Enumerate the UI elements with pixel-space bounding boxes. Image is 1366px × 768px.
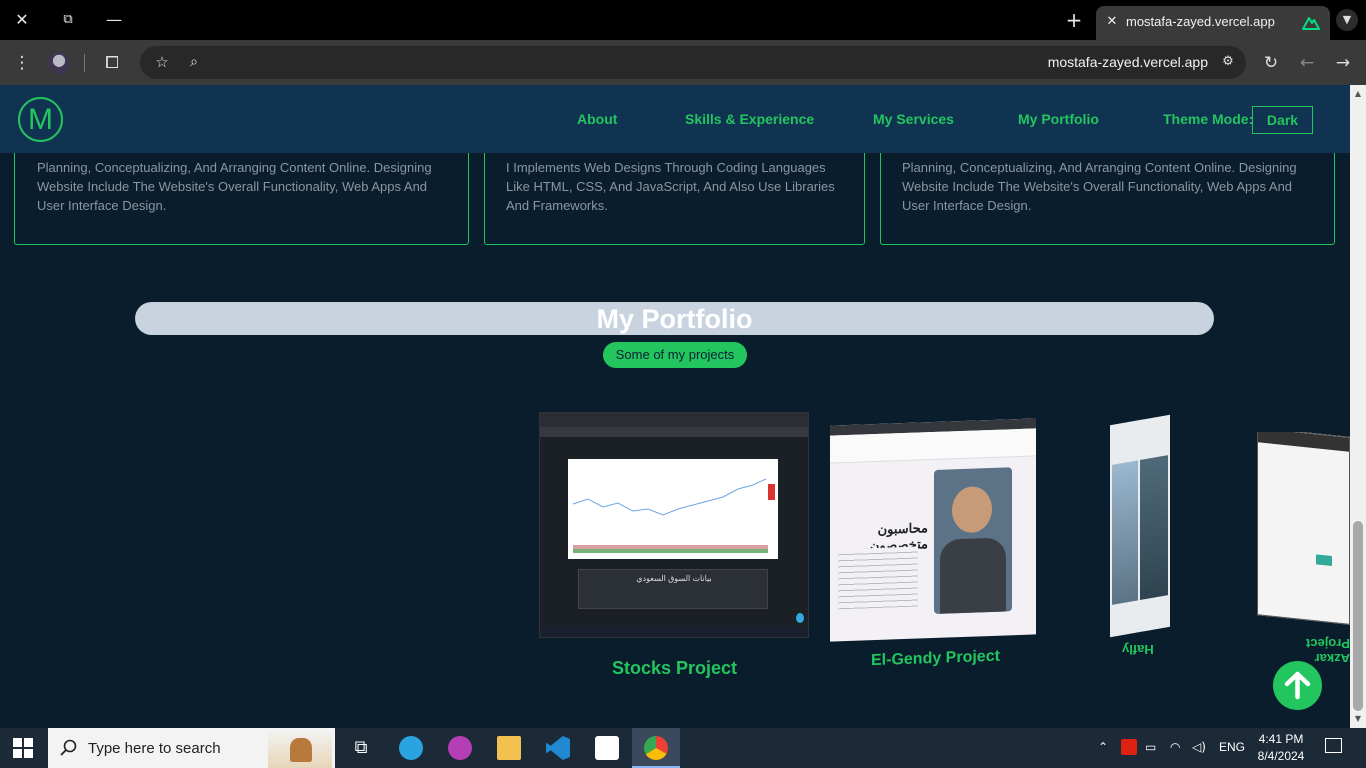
vscode-icon[interactable] [546, 736, 570, 760]
browser-tab[interactable]: ✕ mostafa-zayed.vercel.app [1096, 6, 1330, 40]
tray-chevron-up-icon[interactable]: ⌃ [1098, 740, 1108, 754]
site-header: M About Skills & Experience My Services … [0, 85, 1350, 153]
screenshot-site-nav [830, 428, 1036, 464]
browser-tab-strip: ✕ ⧉ — + ✕ mostafa-zayed.vercel.app ▼ [0, 0, 1366, 40]
omnibox[interactable]: ☆ ⌕ mostafa-zayed.vercel.app ⚙ [140, 46, 1246, 79]
tray-app-icon[interactable] [1121, 739, 1137, 755]
stocks-project-screenshot[interactable]: بيانات السوق السعودي [539, 412, 809, 638]
screenshot-addressbar [540, 427, 808, 437]
screenshot-hero-photo [934, 467, 1012, 614]
screenshot-building-image [1112, 460, 1138, 605]
extensions-puzzle-icon[interactable]: ⧠ [100, 51, 124, 75]
hafly-project-card[interactable]: Hafly [1110, 414, 1170, 670]
screenshot-tower-image [1140, 455, 1168, 600]
back-arrow-icon[interactable]: ← [1295, 51, 1319, 75]
reload-icon[interactable]: ↻ [1259, 51, 1283, 75]
new-tab-plus-icon[interactable]: + [1062, 8, 1086, 32]
theme-mode-label: Theme Mode: [1163, 111, 1254, 127]
restore-window-icon[interactable]: ⧉ [56, 8, 80, 32]
close-window-icon[interactable]: ✕ [10, 8, 34, 32]
service-card-text: Planning, Conceptualizing, And Arranging… [902, 160, 1297, 213]
screenshot-fab [796, 613, 804, 623]
clock-time: 4:41 PM [1258, 732, 1304, 746]
nav-link-services[interactable]: My Services [873, 111, 954, 127]
site-settings-icon[interactable]: ⚙ [1216, 50, 1240, 74]
volume-icon[interactable]: ◁) [1192, 740, 1206, 754]
gazelle-illustration [290, 738, 312, 762]
battery-icon[interactable]: ▭ [1145, 740, 1156, 754]
search-zoom-icon[interactable]: ⌕ [182, 50, 206, 74]
notifications-icon[interactable] [1325, 738, 1342, 753]
service-card-text: I Implements Web Designs Through Coding … [506, 160, 835, 213]
taskbar-search-box[interactable]: Type here to search [48, 728, 335, 768]
menu-dots-icon[interactable]: ⋮ [10, 51, 34, 75]
telegram-icon[interactable] [399, 736, 423, 760]
windows-taskbar: Type here to search ⧉ ⌃ ▭ ◠ ◁) ENG 4:41 … [0, 728, 1366, 768]
clock-date: 8/4/2024 [1257, 749, 1305, 763]
nav-link-about[interactable]: About [577, 111, 617, 127]
profile-avatar[interactable] [48, 52, 70, 74]
screenshot-person-shirt [940, 537, 1006, 614]
forward-arrow-icon[interactable]: → [1331, 51, 1355, 75]
power-app-icon[interactable] [448, 736, 472, 760]
url-text[interactable]: mostafa-zayed.vercel.app [1048, 54, 1208, 70]
azkar-project-card[interactable]: Azkar Project [1257, 432, 1350, 662]
search-highlight-illustration [268, 730, 332, 768]
nav-link-portfolio[interactable]: My Portfolio [1018, 111, 1099, 127]
windows-start-icon[interactable] [13, 738, 33, 758]
portfolio-subtitle-badge: Some of my projects [603, 342, 747, 368]
screenshot-chart-panel [568, 459, 778, 559]
wifi-icon[interactable]: ◠ [1170, 740, 1180, 754]
tradingview-icon[interactable] [595, 736, 619, 760]
taskbar-clock[interactable]: 4:41 PM 8/4/2024 [1256, 731, 1306, 765]
project-title-azkar[interactable]: Azkar Project [1293, 636, 1350, 662]
chrome-icon [644, 736, 668, 760]
service-card-text: Planning, Conceptualizing, And Arranging… [37, 160, 432, 213]
project-title-stocks[interactable]: Stocks Project [612, 658, 737, 679]
scroll-to-top-button[interactable] [1273, 661, 1322, 710]
screenshot-tabbar [540, 413, 808, 427]
tab-search-chevron-icon[interactable]: ▼ [1336, 9, 1358, 31]
scroll-up-arrow-icon[interactable]: ▲ [1353, 89, 1363, 99]
scroll-down-arrow-icon[interactable]: ▼ [1353, 714, 1363, 724]
taskbar-search-placeholder: Type here to search [88, 740, 221, 757]
hafly-project-screenshot [1110, 414, 1170, 638]
minimize-window-icon[interactable]: — [102, 8, 126, 32]
tab-close-icon[interactable]: ✕ [1102, 12, 1122, 32]
file-explorer-icon[interactable] [497, 736, 521, 760]
screenshot-hero-text [838, 546, 918, 610]
screenshot-taskbar [540, 627, 808, 637]
elgendy-project-screenshot: محاسبون متخصصون [830, 418, 1036, 642]
project-title-hafly[interactable]: Hafly [1122, 642, 1154, 657]
portfolio-heading-bar: My Portfolio [135, 302, 1214, 335]
elgendy-project-card[interactable]: محاسبون متخصصون El-Gendy Project [830, 408, 1036, 685]
task-view-icon[interactable]: ⧉ [349, 736, 373, 760]
nav-link-skills[interactable]: Skills & Experience [685, 111, 814, 127]
arrow-up-icon [1284, 671, 1311, 700]
screenshot-table-heading: بيانات السوق السعودي [636, 574, 712, 583]
screenshot-person-face [952, 485, 992, 534]
site-logo[interactable]: M [18, 97, 63, 142]
stock-line-chart [572, 478, 775, 553]
bookmark-star-icon[interactable]: ☆ [150, 50, 174, 74]
scrollbar-thumb[interactable] [1353, 521, 1363, 711]
input-language[interactable]: ENG [1219, 740, 1245, 754]
chrome-taskbar-button[interactable] [632, 728, 680, 768]
tab-title: mostafa-zayed.vercel.app [1126, 14, 1275, 29]
portfolio-title: My Portfolio [596, 304, 753, 334]
address-bar-row: ⋮ ⧠ ☆ ⌕ mostafa-zayed.vercel.app ⚙ ↻ ← → [0, 40, 1366, 85]
search-icon [60, 739, 77, 756]
screenshot-data-table: بيانات السوق السعودي [578, 569, 768, 609]
page-scrollbar[interactable]: ▲ ▼ [1350, 85, 1366, 728]
project-title-elgendy[interactable]: El-Gendy Project [871, 648, 1000, 671]
theme-toggle-button[interactable]: Dark [1252, 106, 1313, 134]
screenshot-browser-bar [1258, 432, 1350, 452]
screenshot-button [1316, 554, 1332, 566]
azkar-project-screenshot [1257, 432, 1350, 625]
toolbar-divider [84, 54, 85, 72]
nuxt-favicon-icon [1302, 17, 1320, 30]
